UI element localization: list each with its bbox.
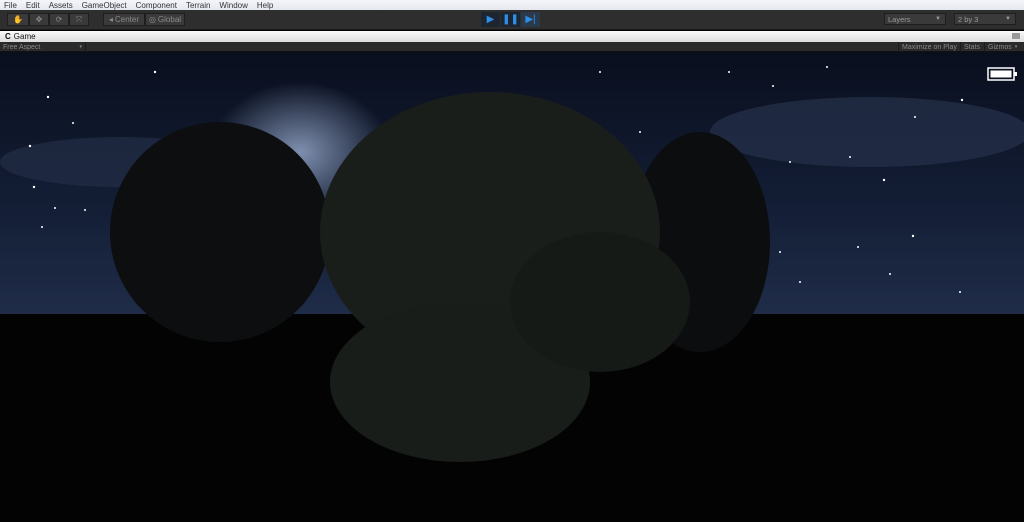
menu-terrain[interactable]: Terrain — [186, 1, 210, 10]
stats-toggle[interactable]: Stats — [960, 42, 984, 52]
tab-menu-icon[interactable] — [1012, 33, 1020, 39]
chevron-down-icon: ▾ — [1014, 44, 1018, 50]
pause-icon: ❚❚ — [502, 14, 519, 25]
hand-tool-button[interactable]: ✋ — [7, 13, 29, 26]
hand-icon: ✋ — [13, 15, 23, 24]
play-button[interactable]: ▶ — [481, 12, 500, 27]
global-button[interactable]: ◎ Global — [145, 13, 185, 26]
menu-gameobject[interactable]: GameObject — [82, 1, 127, 10]
game-view-toolbar: Free Aspect ▾ Maximize on Play Stats Gizm… — [0, 42, 1024, 52]
menu-edit[interactable]: Edit — [26, 1, 40, 10]
play-icon: ▶ — [486, 14, 495, 25]
gizmos-dropdown[interactable]: Gizmos ▾ — [984, 42, 1024, 52]
menu-component[interactable]: Component — [136, 1, 177, 10]
game-tab-bar: C Game — [0, 31, 1024, 42]
aspect-dropdown[interactable]: Free Aspect ▾ — [0, 42, 86, 52]
game-viewport[interactable] — [0, 52, 1024, 522]
menu-assets[interactable]: Assets — [49, 1, 73, 10]
chevron-down-icon: ▼ — [1005, 16, 1011, 22]
main-toolbar: ✋ ✥ ⟳ ⤧ ◂ Center ◎ Global ▶ ❚❚ ▶| Layers ▼ … — [0, 10, 1024, 30]
chevron-down-icon: ▼ — [935, 16, 941, 22]
rotate-tool-button[interactable]: ⟳ — [49, 13, 69, 26]
menu-bar: File Edit Assets GameObject Component Te… — [0, 0, 1024, 10]
scale-tool-button[interactable]: ⤧ — [69, 13, 89, 26]
tab-game[interactable]: C Game — [5, 32, 36, 41]
menu-file[interactable]: File — [4, 1, 17, 10]
pivot-center-button[interactable]: ◂ Center — [103, 13, 145, 26]
cloud — [710, 97, 1024, 167]
night-scene — [0, 66, 1024, 522]
pivot-icon: ◂ — [108, 15, 113, 24]
step-button[interactable]: ▶| — [521, 12, 540, 27]
layout-dropdown[interactable]: 2 by 3 ▼ — [954, 13, 1016, 25]
scale-icon: ⤧ — [75, 14, 83, 24]
maximize-on-play-toggle[interactable]: Maximize on Play — [898, 42, 960, 52]
move-icon: ✥ — [35, 15, 43, 24]
move-tool-button[interactable]: ✥ — [29, 13, 49, 26]
layers-dropdown[interactable]: Layers ▼ — [884, 13, 946, 25]
menu-help[interactable]: Help — [257, 1, 273, 10]
pause-button[interactable]: ❚❚ — [501, 12, 520, 27]
step-icon: ▶| — [525, 14, 536, 25]
battery-icon — [987, 67, 1017, 81]
globe-icon: ◎ — [148, 15, 156, 24]
game-icon: C — [5, 32, 11, 41]
menu-window[interactable]: Window — [219, 1, 247, 10]
chevron-down-icon: ▾ — [79, 44, 82, 50]
rotate-icon: ⟳ — [55, 15, 63, 24]
